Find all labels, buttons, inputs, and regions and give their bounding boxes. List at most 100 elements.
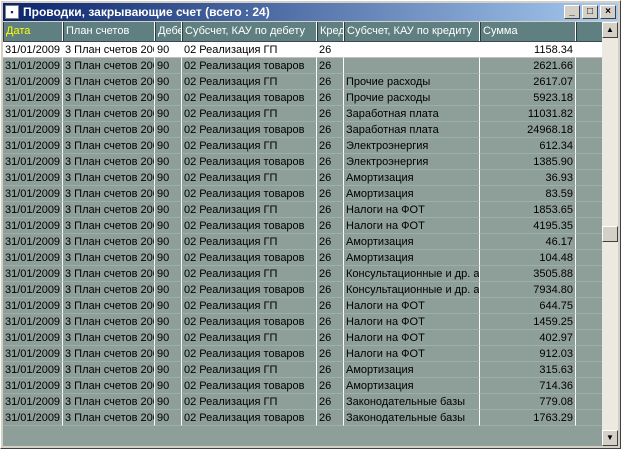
table-cell[interactable]: 90 xyxy=(155,250,182,266)
table-cell[interactable]: 31/01/2009 xyxy=(3,314,63,330)
scroll-down-arrow-icon[interactable]: ▼ xyxy=(602,430,618,446)
table-cell[interactable]: 612.34 xyxy=(480,138,576,154)
table-cell[interactable]: 3 План счетов 2009 xyxy=(63,106,155,122)
table-cell[interactable]: 26 xyxy=(317,362,344,378)
table-cell[interactable]: 912.03 xyxy=(480,346,576,362)
table-cell[interactable]: 3505.88 xyxy=(480,266,576,282)
table-cell[interactable]: 11031.82 xyxy=(480,106,576,122)
table-cell[interactable]: 26 xyxy=(317,42,344,58)
table-cell[interactable]: 90 xyxy=(155,378,182,394)
table-cell[interactable]: 3 План счетов 2009 xyxy=(63,266,155,282)
table-cell[interactable]: 3 План счетов 2009 xyxy=(63,250,155,266)
table-cell[interactable]: 26 xyxy=(317,394,344,410)
table-cell[interactable]: 26 xyxy=(317,138,344,154)
table-cell[interactable]: 90 xyxy=(155,330,182,346)
table-cell[interactable]: 1763.29 xyxy=(480,410,576,426)
table-cell[interactable]: 31/01/2009 xyxy=(3,282,63,298)
table-cell[interactable]: 90 xyxy=(155,314,182,330)
table-cell[interactable]: Налоги на ФОТ xyxy=(344,298,480,314)
table-cell[interactable]: Амортизация xyxy=(344,186,480,202)
column-header-1[interactable]: План счетов xyxy=(63,22,155,41)
table-cell[interactable]: 3 План счетов 2009 xyxy=(63,90,155,106)
table-cell[interactable]: 26 xyxy=(317,266,344,282)
table-cell[interactable]: 90 xyxy=(155,58,182,74)
table-cell[interactable]: 90 xyxy=(155,346,182,362)
table-cell[interactable]: 02 Реализация ГП xyxy=(182,42,317,58)
table-cell[interactable]: 3 План счетов 2009 xyxy=(63,394,155,410)
table-cell[interactable]: 24968.18 xyxy=(480,122,576,138)
table-cell[interactable]: Налоги на ФОТ xyxy=(344,314,480,330)
table-cell[interactable]: 90 xyxy=(155,90,182,106)
table-cell[interactable]: 26 xyxy=(317,58,344,74)
table-cell[interactable]: 31/01/2009 xyxy=(3,362,63,378)
table-cell[interactable]: Амортизация xyxy=(344,234,480,250)
table-cell[interactable]: 31/01/2009 xyxy=(3,410,63,426)
table-cell[interactable]: 90 xyxy=(155,202,182,218)
table-cell[interactable]: 02 Реализация ГП xyxy=(182,74,317,90)
table-cell[interactable]: Амортизация xyxy=(344,170,480,186)
table-cell[interactable]: 26 xyxy=(317,122,344,138)
table-cell[interactable]: Амортизация xyxy=(344,250,480,266)
table-cell[interactable]: 26 xyxy=(317,314,344,330)
table-cell[interactable]: Налоги на ФОТ xyxy=(344,202,480,218)
table-cell[interactable]: 644.75 xyxy=(480,298,576,314)
table-cell[interactable]: 02 Реализация ГП xyxy=(182,266,317,282)
table-row[interactable]: 31/01/20093 План счетов 20099002 Реализа… xyxy=(3,154,602,170)
table-cell[interactable]: 31/01/2009 xyxy=(3,202,63,218)
table-cell[interactable]: 02 Реализация товаров xyxy=(182,250,317,266)
maximize-button[interactable]: □ xyxy=(582,5,598,19)
scroll-up-arrow-icon[interactable]: ▲ xyxy=(602,22,618,38)
table-cell[interactable]: 31/01/2009 xyxy=(3,138,63,154)
table-cell[interactable]: 90 xyxy=(155,138,182,154)
table-cell[interactable]: 26 xyxy=(317,202,344,218)
table-cell[interactable]: 3 План счетов 2009 xyxy=(63,234,155,250)
table-cell[interactable]: 90 xyxy=(155,362,182,378)
table-cell[interactable]: 31/01/2009 xyxy=(3,378,63,394)
table-row[interactable]: 31/01/20093 План счетов 20099002 Реализа… xyxy=(3,282,602,298)
table-row[interactable]: 31/01/20093 План счетов 20099002 Реализа… xyxy=(3,314,602,330)
table-row[interactable]: 31/01/20093 План счетов 20099002 Реализа… xyxy=(3,202,602,218)
table-cell[interactable]: 02 Реализация товаров xyxy=(182,122,317,138)
table-row[interactable]: 31/01/20093 План счетов 20099002 Реализа… xyxy=(3,266,602,282)
table-cell[interactable]: 1158.34 xyxy=(480,42,576,58)
table-cell[interactable]: Амортизация xyxy=(344,362,480,378)
table-row[interactable]: 31/01/20093 План счетов 20099002 Реализа… xyxy=(3,394,602,410)
table-cell[interactable]: 3 План счетов 2009 xyxy=(63,330,155,346)
table-cell[interactable]: 02 Реализация товаров xyxy=(182,346,317,362)
table-cell[interactable]: 90 xyxy=(155,42,182,58)
table-row[interactable]: 31/01/20093 План счетов 20099002 Реализа… xyxy=(3,298,602,314)
table-cell[interactable]: 714.36 xyxy=(480,378,576,394)
table-cell[interactable]: 36.93 xyxy=(480,170,576,186)
table-cell[interactable]: Прочие расходы xyxy=(344,74,480,90)
entries-grid[interactable]: ДатаПлан счетовДебетСубсчет, КАУ по дебе… xyxy=(3,22,602,446)
table-cell[interactable]: 90 xyxy=(155,394,182,410)
table-cell[interactable]: 90 xyxy=(155,298,182,314)
table-cell[interactable]: 02 Реализация ГП xyxy=(182,330,317,346)
table-cell[interactable]: 26 xyxy=(317,298,344,314)
table-cell[interactable]: 90 xyxy=(155,266,182,282)
table-cell[interactable]: 31/01/2009 xyxy=(3,218,63,234)
table-cell[interactable] xyxy=(344,42,480,58)
table-cell[interactable]: 4195.35 xyxy=(480,218,576,234)
table-cell[interactable]: 26 xyxy=(317,410,344,426)
table-cell[interactable]: 3 План счетов 2009 xyxy=(63,122,155,138)
table-row[interactable]: 31/01/20093 План счетов 20099002 Реализа… xyxy=(3,378,602,394)
table-cell[interactable]: 3 План счетов 2009 xyxy=(63,186,155,202)
column-header-6[interactable]: Сумма xyxy=(480,22,576,41)
table-cell[interactable]: 90 xyxy=(155,74,182,90)
table-cell[interactable]: 3 План счетов 2009 xyxy=(63,58,155,74)
close-button[interactable]: × xyxy=(600,5,616,19)
table-cell[interactable]: 90 xyxy=(155,170,182,186)
table-row[interactable]: 31/01/20093 План счетов 20099002 Реализа… xyxy=(3,186,602,202)
table-cell[interactable]: 02 Реализация товаров xyxy=(182,314,317,330)
table-cell[interactable]: 90 xyxy=(155,154,182,170)
table-cell[interactable]: 02 Реализация ГП xyxy=(182,202,317,218)
table-cell[interactable]: 90 xyxy=(155,106,182,122)
table-cell[interactable]: 02 Реализация товаров xyxy=(182,58,317,74)
table-cell[interactable]: 31/01/2009 xyxy=(3,154,63,170)
table-cell[interactable]: Электроэнергия xyxy=(344,154,480,170)
table-cell[interactable]: 26 xyxy=(317,378,344,394)
table-cell[interactable]: 26 xyxy=(317,330,344,346)
table-cell[interactable]: Прочие расходы xyxy=(344,90,480,106)
table-cell[interactable]: 02 Реализация ГП xyxy=(182,394,317,410)
